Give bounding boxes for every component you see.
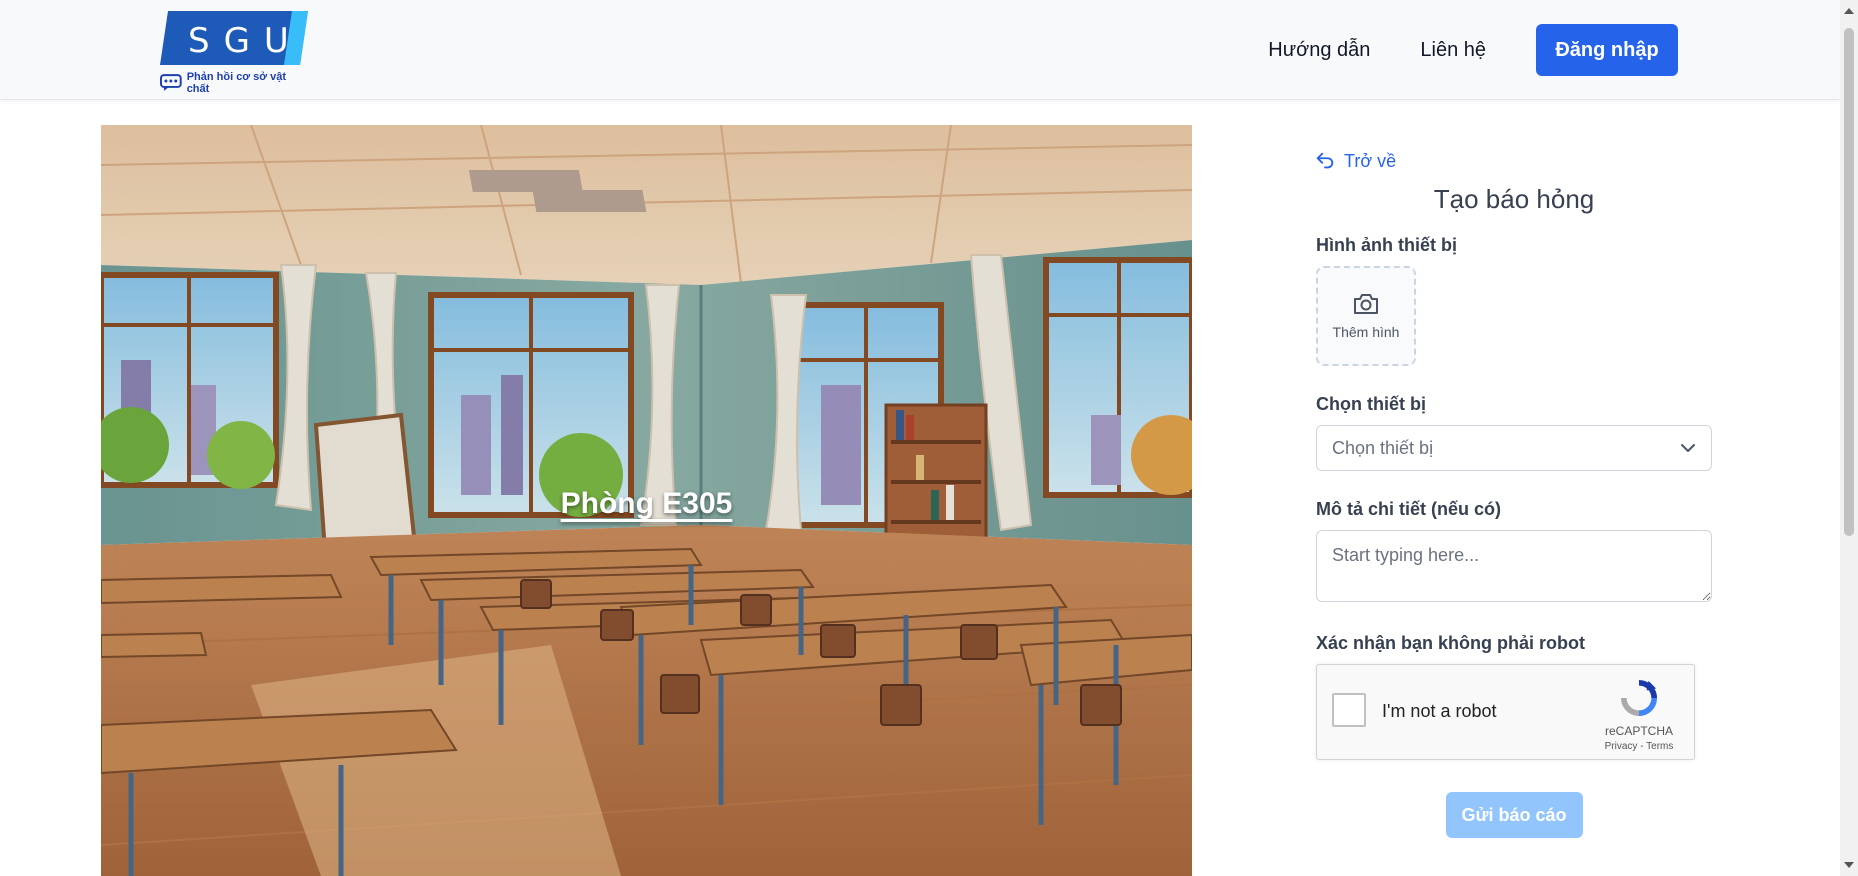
description-input[interactable]	[1316, 530, 1712, 602]
report-form: Trở về Tạo báo hỏng Hình ảnh thiết bị Th…	[1316, 150, 1712, 838]
image-label: Hình ảnh thiết bị	[1316, 235, 1457, 255]
scroll-up-arrow[interactable]	[1844, 8, 1854, 14]
scroll-down-arrow[interactable]	[1844, 862, 1854, 868]
chevron-down-icon	[1681, 444, 1695, 452]
nav-guide-link[interactable]: Hướng dẫn	[1268, 39, 1370, 62]
nav-contact-link[interactable]: Liên hệ	[1420, 39, 1486, 62]
recaptcha-icon	[1620, 679, 1658, 717]
logo-tagline-text: Phản hồi cơ sở vật chất	[186, 71, 287, 95]
device-select[interactable]: Chọn thiết bị	[1316, 425, 1712, 471]
login-button[interactable]: Đăng nhập	[1536, 24, 1678, 76]
logo-tagline: Phản hồi cơ sở vật chất	[160, 71, 310, 95]
robot-label: Xác nhận bạn không phải robot	[1316, 633, 1586, 653]
upload-image-button[interactable]: Thêm hình	[1316, 266, 1416, 366]
room-photo: Phòng E305	[101, 125, 1192, 876]
upload-label: Thêm hình	[1332, 324, 1400, 340]
recaptcha-links[interactable]: Privacy - Terms	[1594, 741, 1684, 752]
device-select-value: Chọn thiết bị	[1332, 437, 1434, 458]
recaptcha-text: I'm not a robot	[1382, 701, 1497, 721]
back-label: Trở về	[1344, 150, 1397, 171]
scroll-thumb[interactable]	[1844, 28, 1854, 536]
device-label: Chọn thiết bị	[1316, 394, 1426, 414]
form-title: Tạo báo hỏng	[1433, 184, 1595, 214]
room-label: Phòng E305	[101, 487, 1192, 521]
recaptcha-brand: reCAPTCHA	[1604, 724, 1673, 738]
recaptcha-checkbox[interactable]	[1332, 693, 1366, 727]
main-nav: Hướng dẫn Liên hệ Đăng nhập	[1268, 24, 1678, 76]
submit-report-button[interactable]: Gửi báo cáo	[1445, 792, 1583, 838]
submit-wrap: Gửi báo cáo	[1316, 792, 1712, 838]
description-label: Mô tả chi tiết (nếu có)	[1316, 499, 1502, 519]
sgu-logo[interactable]: SGU Phản hồi cơ sở vật chất	[160, 11, 310, 95]
page-scrollbar[interactable]	[1840, 0, 1858, 876]
recaptcha-widget: I'm not a robot reCAPTCHA Privacy - Term…	[1316, 664, 1695, 760]
recaptcha-logo: reCAPTCHA Privacy - Terms	[1594, 679, 1684, 752]
back-link[interactable]: Trở về	[1314, 150, 1712, 172]
undo-arrow-icon	[1316, 152, 1334, 169]
logo-text: SGU	[188, 21, 303, 61]
site-header: SGU Phản hồi cơ sở vật chất Hướng dẫn Li…	[0, 0, 1840, 100]
room-name: Phòng E305	[560, 487, 733, 520]
camera-icon	[1354, 294, 1378, 314]
chat-bubble-icon	[160, 74, 182, 91]
